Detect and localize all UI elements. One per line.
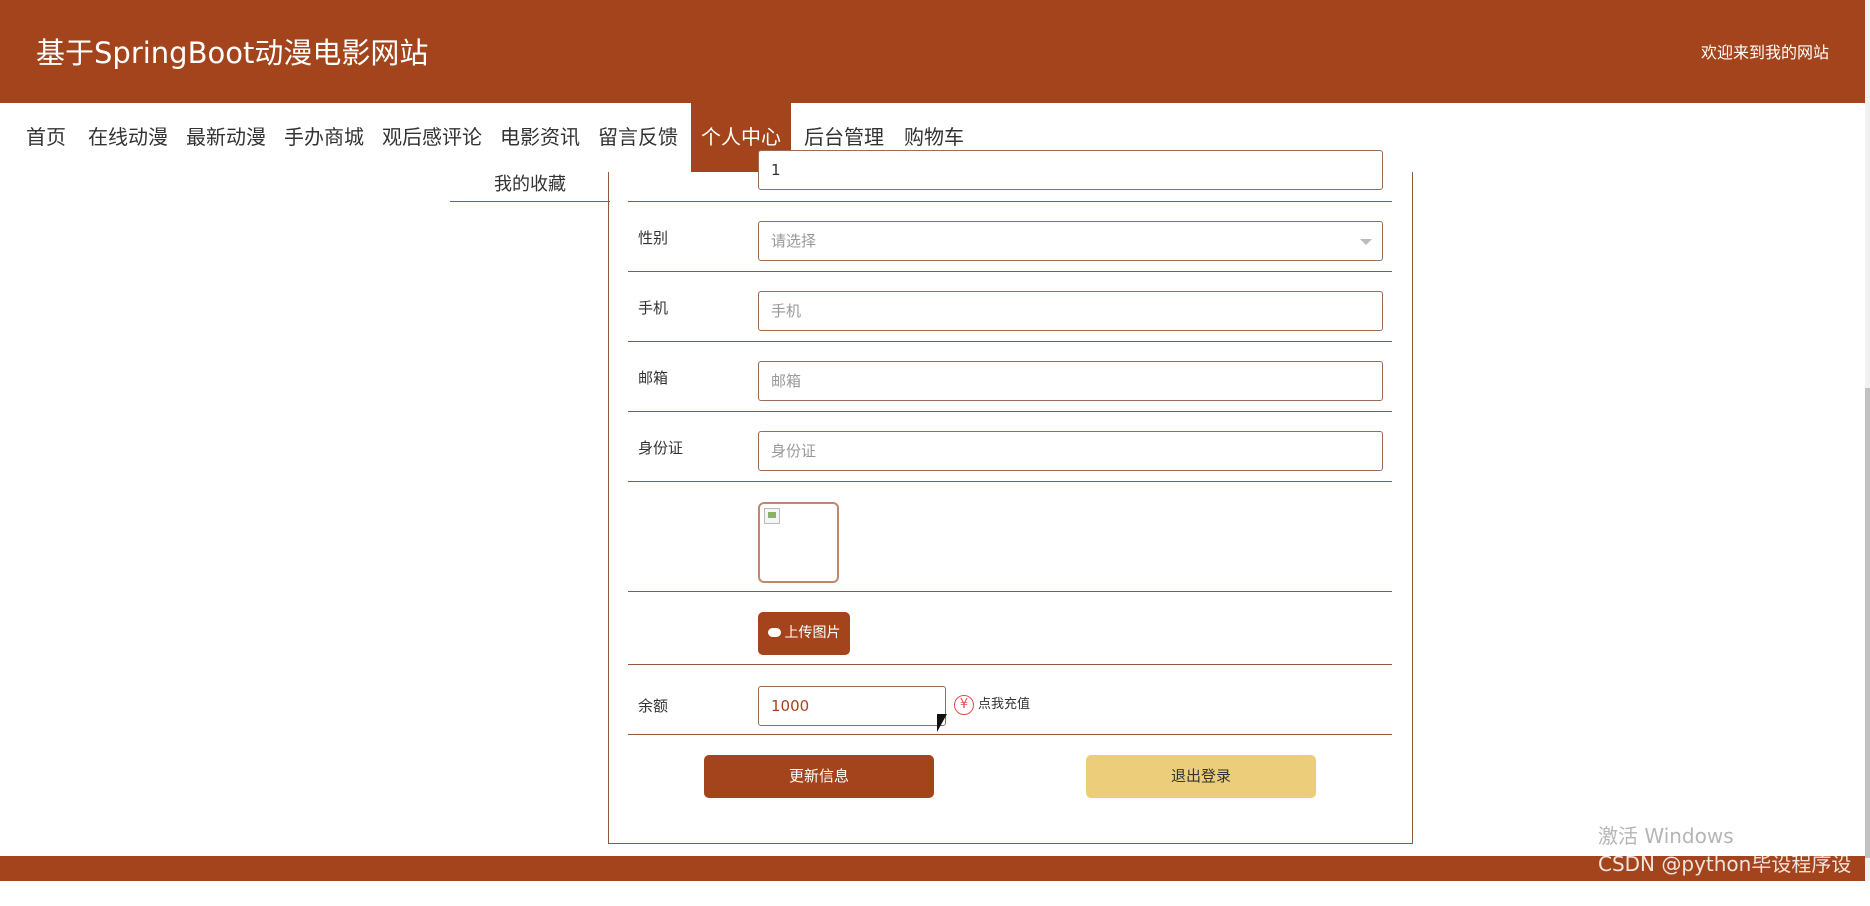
form-row-email: 邮箱 邮箱 — [628, 342, 1392, 412]
broken-image-icon — [764, 508, 780, 524]
idcard-input[interactable]: 身份证 — [758, 431, 1383, 471]
activate-windows-watermark: 激活 Windows — [1598, 824, 1734, 848]
form-row-gender: 性别 请选择 — [628, 202, 1392, 272]
balance-input[interactable]: 1000 — [758, 686, 946, 726]
welcome-text: 欢迎来到我的网站 — [1700, 43, 1829, 62]
recharge-link[interactable]: ¥ 点我充值 — [954, 693, 1030, 715]
form-row-name: 1 — [628, 150, 1392, 202]
form-row-avatar — [628, 482, 1392, 592]
form-row-idcard: 身份证 身份证 — [628, 412, 1392, 482]
sidebar-item-favorites[interactable]: 我的收藏 — [450, 170, 610, 202]
email-label: 邮箱 — [638, 369, 669, 387]
nav-item-latest-anime[interactable]: 最新动漫 — [182, 103, 270, 172]
csdn-watermark: CSDN @python毕设程序设计 — [1598, 852, 1852, 905]
nav-item-online-anime[interactable]: 在线动漫 — [84, 103, 172, 172]
phone-input[interactable]: 手机 — [758, 291, 1383, 331]
cloud-upload-icon — [767, 627, 781, 637]
form-row-upload: 上传图片 — [628, 592, 1392, 665]
email-input[interactable]: 邮箱 — [758, 361, 1383, 401]
name-input[interactable]: 1 — [758, 150, 1383, 190]
site-header: 基于SpringBoot动漫电影网站 欢迎来到我的网站 — [0, 0, 1865, 103]
nav-item-feedback[interactable]: 留言反馈 — [594, 103, 682, 172]
gender-select[interactable]: 请选择 — [758, 221, 1383, 261]
site-footer — [0, 856, 1865, 881]
mouse-cursor-icon — [937, 714, 947, 732]
recharge-label: 点我充值 — [978, 697, 1031, 712]
logout-button[interactable]: 退出登录 — [1086, 755, 1316, 798]
balance-label: 余额 — [638, 697, 669, 715]
yen-icon: ¥ — [954, 694, 974, 715]
update-info-button[interactable]: 更新信息 — [704, 755, 934, 798]
site-title: 基于SpringBoot动漫电影网站 — [36, 36, 429, 70]
nav-item-figure-shop[interactable]: 手办商城 — [280, 103, 368, 172]
form-row-balance: 余额 1000 ¥ 点我充值 — [628, 665, 1392, 735]
upload-button-label: 上传图片 — [784, 625, 841, 641]
form-row-phone: 手机 手机 — [628, 272, 1392, 342]
gender-select-placeholder: 请选择 — [771, 232, 817, 250]
avatar-preview — [758, 502, 839, 583]
nav-item-home[interactable]: 首页 — [18, 103, 74, 172]
idcard-label: 身份证 — [638, 439, 684, 457]
upload-image-button[interactable]: 上传图片 — [758, 612, 850, 655]
page-scrollbar[interactable] — [1865, 0, 1870, 881]
chevron-down-icon — [1360, 239, 1372, 245]
nav-item-reviews[interactable]: 观后感评论 — [378, 103, 486, 172]
nav-item-movie-news[interactable]: 电影资讯 — [496, 103, 584, 172]
scrollbar-thumb[interactable] — [1865, 388, 1870, 858]
phone-label: 手机 — [638, 299, 669, 317]
gender-label: 性别 — [638, 229, 669, 247]
